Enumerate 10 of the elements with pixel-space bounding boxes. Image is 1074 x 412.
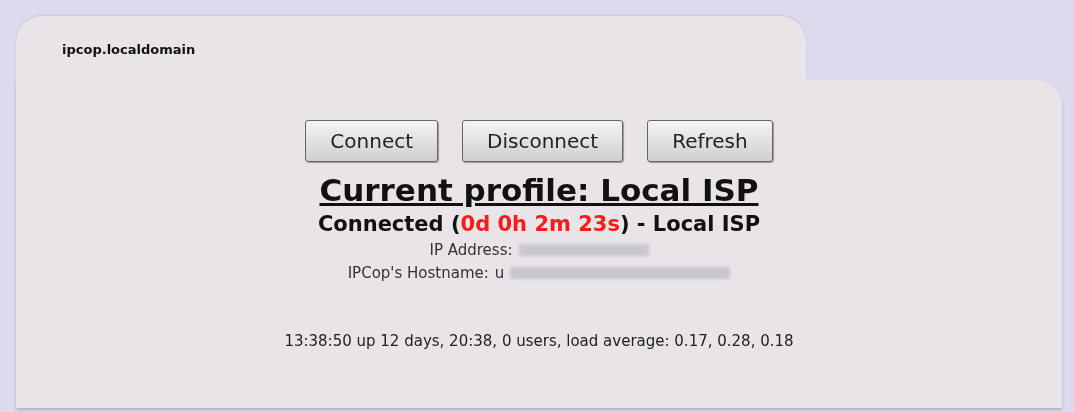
detail-value: u [494,264,505,282]
detail-label: IP Address: [429,241,513,259]
action-button[interactable]: Refresh [647,120,773,162]
connection-status: Connected (0d 0h 2m 23s) - Local ISP [317,212,761,236]
tab[interactable]: ipcop.localdomain [16,16,806,80]
action-button[interactable]: Disconnect [462,120,624,162]
detail-label: IPCop's Hostname: [347,264,489,282]
action-button[interactable]: Connect [305,120,439,162]
system-uptime: 13:38:50 up 12 days, 20:38, 0 users, load average: 0.17, 0.28, 0.18 [284,332,794,350]
profile-heading: Current profile: Local ISP [319,172,759,208]
